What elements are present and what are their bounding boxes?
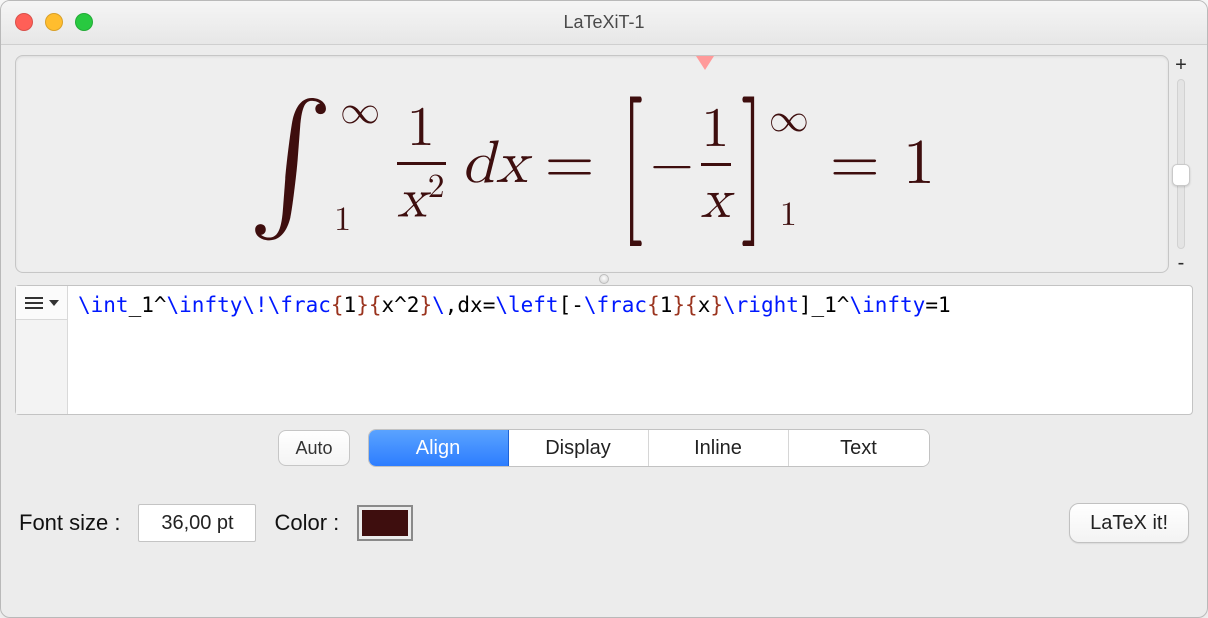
templates-dropdown[interactable] [16, 286, 67, 320]
integral-symbol: ∫ [248, 85, 334, 239]
font-size-input[interactable] [138, 504, 256, 542]
mode-row: Auto AlignDisplayInlineText [15, 429, 1193, 467]
list-icon [25, 297, 43, 309]
bracket-lower-limit: 1 [780, 195, 798, 236]
code-token: x [698, 293, 711, 317]
zoom-knob[interactable] [1172, 164, 1190, 186]
mode-tab-display[interactable]: Display [509, 430, 649, 466]
split-divider[interactable] [15, 273, 1193, 285]
code-token: ]_1^ [799, 293, 850, 317]
zoom-track[interactable] [1177, 79, 1185, 249]
code-token: } [672, 293, 685, 317]
titlebar[interactable]: LaTeXiT-1 [1, 1, 1207, 45]
code-token: \frac [584, 293, 647, 317]
code-token: { [647, 293, 660, 317]
code-token: ,dx= [445, 293, 496, 317]
code-token: } [356, 293, 369, 317]
code-token: \int [78, 293, 129, 317]
code-token: \right [723, 293, 799, 317]
fraction-1: 1 x2 [397, 100, 445, 228]
zoom-slider: + - [1169, 55, 1193, 273]
fraction-2-den: x [701, 172, 732, 228]
fraction-2-num: 1 [701, 101, 730, 157]
app-window: LaTeXiT-1 ∫ ∞ 1 1 x2 dx = [0, 0, 1208, 618]
color-well[interactable] [357, 505, 413, 541]
color-swatch [362, 510, 408, 536]
code-token: { [331, 293, 344, 317]
code-token: } [419, 293, 432, 317]
code-token: { [685, 293, 698, 317]
code-token: \left [495, 293, 558, 317]
fraction-2: 1 x [701, 101, 732, 228]
content-area: ∫ ∞ 1 1 x2 dx = [ − [1, 45, 1207, 557]
zoom-in-button[interactable]: + [1173, 55, 1189, 75]
render-preview[interactable]: ∫ ∞ 1 1 x2 dx = [ − [15, 55, 1169, 273]
code-token: [- [559, 293, 584, 317]
editor-gutter [16, 286, 68, 414]
integral-upper-limit: ∞ [340, 91, 381, 131]
color-label: Color : [274, 510, 339, 536]
mode-tab-align[interactable]: Align [369, 430, 509, 466]
left-bracket-icon: [ [621, 97, 644, 232]
traffic-lights [15, 13, 93, 31]
code-token: _1^ [129, 293, 167, 317]
code-token: =1 [925, 293, 950, 317]
right-bracket-icon: ] [741, 97, 764, 232]
code-token: \infty [849, 293, 925, 317]
equals-sign: = [545, 126, 596, 203]
divider-grip-icon[interactable] [599, 274, 609, 284]
mode-tab-text[interactable]: Text [789, 430, 929, 466]
fraction-1-den: x2 [397, 171, 445, 228]
auto-button[interactable]: Auto [278, 430, 349, 466]
latex-editor: \int_1^\infty\!\frac{1}{x^2}\,dx=\left[-… [15, 285, 1193, 415]
mode-tab-inline[interactable]: Inline [649, 430, 789, 466]
window-title: LaTeXiT-1 [1, 12, 1207, 33]
differential-dx: dx [462, 128, 529, 200]
latex-it-button[interactable]: LaTeX it! [1069, 503, 1189, 543]
code-token: \infty\!\frac [167, 293, 331, 317]
rendered-formula: ∫ ∞ 1 1 x2 dx = [ − [248, 87, 936, 241]
zoom-out-button[interactable]: - [1176, 253, 1187, 273]
fraction-1-num: 1 [407, 100, 436, 156]
zoom-button[interactable] [75, 13, 93, 31]
font-size-label: Font size : [19, 510, 120, 536]
code-token: x^2 [382, 293, 420, 317]
minimize-button[interactable] [45, 13, 63, 31]
baseline-marker-icon[interactable] [696, 56, 714, 70]
code-token: 1 [660, 293, 673, 317]
code-token: \ [432, 293, 445, 317]
mode-segmented-control: AlignDisplayInlineText [368, 429, 930, 467]
latex-source-input[interactable]: \int_1^\infty\!\frac{1}{x^2}\,dx=\left[-… [68, 286, 1192, 414]
bracket-upper-limit: ∞ [769, 95, 810, 143]
close-button[interactable] [15, 13, 33, 31]
minus-sign: − [650, 131, 695, 198]
result-value: = 1 [830, 126, 936, 203]
code-token: } [710, 293, 723, 317]
bracket-term: [ − 1 x ] ∞ 1 [611, 97, 774, 232]
code-token: 1 [344, 293, 357, 317]
bottom-bar: Font size : Color : LaTeX it! [15, 503, 1193, 543]
integral-limits: ∞ 1 [340, 91, 381, 237]
chevron-down-icon [49, 300, 59, 306]
code-token: { [369, 293, 382, 317]
integral-lower-limit: 1 [334, 203, 381, 237]
